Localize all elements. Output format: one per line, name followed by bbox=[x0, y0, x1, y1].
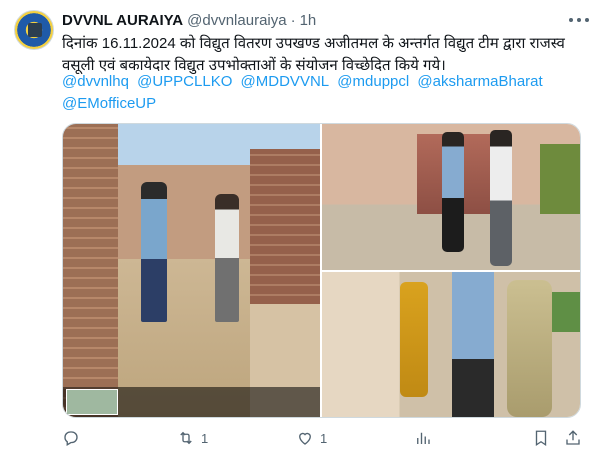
more-icon-dot bbox=[577, 18, 581, 22]
photo-3[interactable] bbox=[322, 272, 580, 417]
tweet-card: DVVNL AURAIYA @dvvnlauraiya · 1h दिनांक … bbox=[0, 0, 603, 452]
gps-map-thumbnail bbox=[66, 389, 118, 415]
retweet-icon bbox=[180, 431, 192, 445]
mention-link[interactable]: @mduppcl bbox=[337, 73, 409, 90]
mention-link[interactable]: @MDDVVNL bbox=[241, 73, 330, 90]
author-handle[interactable]: @dvvnlauraiya bbox=[187, 12, 286, 29]
share-icon bbox=[566, 430, 580, 445]
heart-icon bbox=[299, 432, 311, 445]
dvvnl-logo-icon bbox=[28, 23, 42, 37]
more-icon bbox=[569, 18, 573, 22]
reply-button[interactable] bbox=[62, 428, 86, 448]
person bbox=[452, 272, 494, 417]
person bbox=[215, 194, 239, 322]
person bbox=[442, 132, 464, 252]
share-button[interactable] bbox=[564, 428, 582, 448]
mention-link[interactable]: @UPPCLLKO bbox=[137, 73, 232, 90]
views-icon bbox=[417, 432, 430, 444]
separator: · bbox=[290, 11, 296, 29]
more-icon-dot bbox=[585, 18, 589, 22]
photo-2[interactable] bbox=[322, 124, 580, 270]
vegetation bbox=[552, 292, 580, 332]
vegetation bbox=[540, 144, 580, 214]
mention-link[interactable]: @EMofficeUP bbox=[62, 95, 156, 112]
like-count: 1 bbox=[320, 430, 328, 446]
person bbox=[490, 130, 512, 266]
brick-wall bbox=[63, 124, 118, 417]
more-button[interactable] bbox=[569, 11, 589, 29]
action-bar: 1 1 bbox=[62, 428, 587, 448]
mentions-list: @dvvnlhq @UPPCLLKO @MDDVVNL @mduppcl @ak… bbox=[62, 71, 587, 115]
mention-link[interactable]: @dvvnlhq bbox=[62, 73, 129, 90]
views-button[interactable] bbox=[414, 428, 438, 448]
person bbox=[400, 282, 428, 397]
retweet-count: 1 bbox=[201, 430, 209, 446]
mention-link[interactable]: @aksharmaBharat bbox=[417, 73, 542, 90]
photo-1[interactable] bbox=[63, 124, 320, 417]
avatar[interactable] bbox=[14, 10, 54, 50]
bookmark-icon bbox=[535, 430, 547, 447]
reply-icon bbox=[64, 431, 78, 446]
bookmark-button[interactable] bbox=[532, 428, 550, 448]
person bbox=[141, 182, 167, 322]
timestamp[interactable]: 1h bbox=[300, 12, 317, 29]
media-grid bbox=[62, 123, 581, 418]
retweet-button[interactable]: 1 bbox=[177, 428, 208, 448]
brick-wall bbox=[250, 149, 320, 304]
person bbox=[507, 280, 552, 417]
tweet-header: DVVNL AURAIYA @dvvnlauraiya · 1h bbox=[62, 10, 316, 30]
like-button[interactable]: 1 bbox=[296, 428, 327, 448]
author-name[interactable]: DVVNL AURAIYA bbox=[62, 12, 183, 29]
